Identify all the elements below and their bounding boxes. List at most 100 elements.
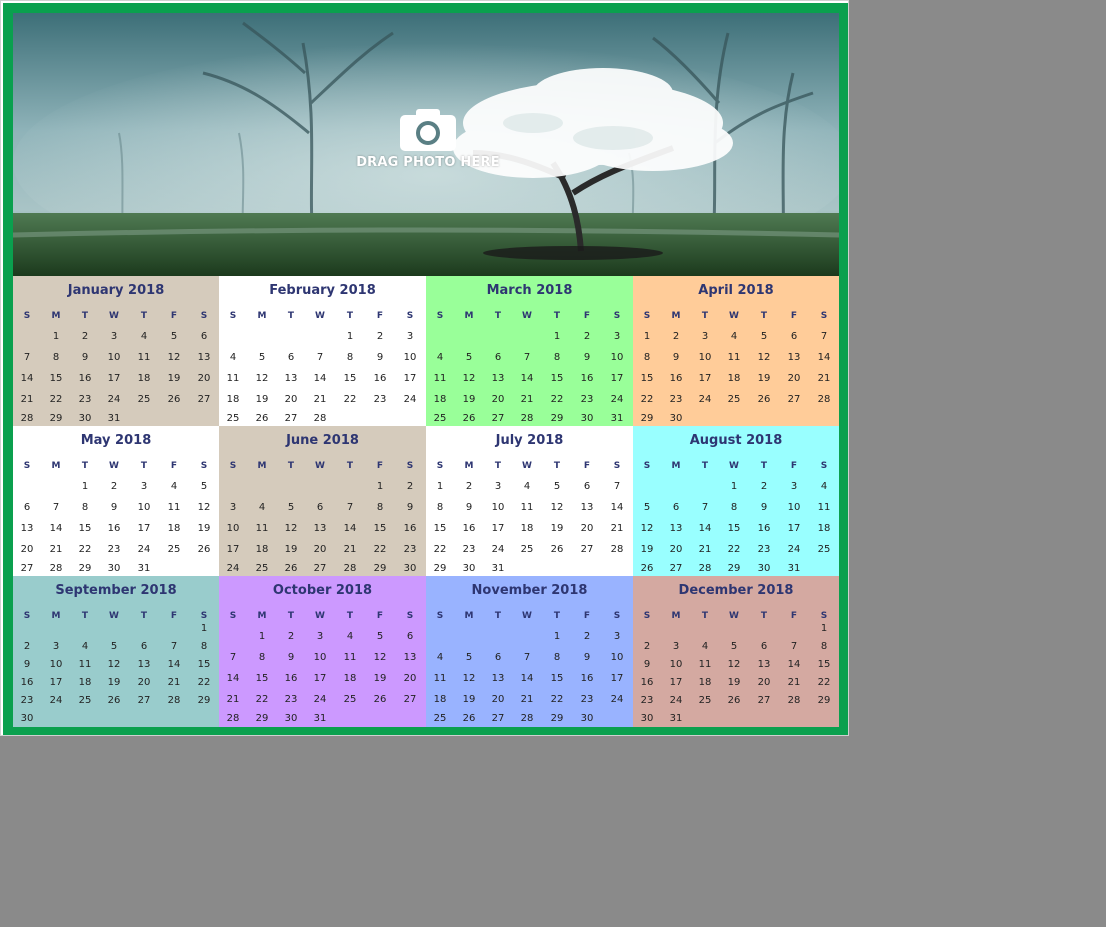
day-cell: 10 <box>403 352 417 363</box>
day-cell: 20 <box>197 373 211 384</box>
day-cell: 11 <box>137 352 151 363</box>
day-cell: 29 <box>49 413 63 424</box>
weekday-header: S <box>23 461 31 471</box>
day-cell: 11 <box>167 502 181 513</box>
month-september: September 2018 S M T W T F S 1 2 3 4 5 6 7 8 9 10 11 12 13 14… <box>13 576 219 727</box>
day-cell: 30 <box>669 413 683 424</box>
day-cell: 3 <box>790 481 798 492</box>
day-cell: 13 <box>787 352 801 363</box>
day-cell: 28 <box>20 413 34 424</box>
day-cell: 9 <box>406 502 414 513</box>
day-cell: 20 <box>20 544 34 555</box>
day-cell: 25 <box>698 695 712 706</box>
day-cell: 15 <box>727 523 741 534</box>
day-cell: 12 <box>550 502 564 513</box>
day-cell: 25 <box>167 544 181 555</box>
day-cell: 26 <box>107 695 121 706</box>
day-cell: 4 <box>81 641 89 652</box>
weekday-header: T <box>346 611 354 621</box>
day-cell: 5 <box>170 331 178 342</box>
day-cell: 13 <box>313 523 327 534</box>
day-cell: 17 <box>610 373 624 384</box>
weekday-header: W <box>109 611 119 621</box>
day-cell: 2 <box>81 331 89 342</box>
day-cell: 13 <box>757 659 771 670</box>
month-title: August 2018 <box>689 433 783 448</box>
photo-area[interactable]: DRAG PHOTO HERE <box>13 13 839 276</box>
day-cell: 22 <box>343 394 357 405</box>
day-cell: 12 <box>255 373 269 384</box>
day-cell: 13 <box>284 373 298 384</box>
day-cell: 31 <box>787 563 801 574</box>
day-cell: 5 <box>643 502 651 513</box>
day-cell: 3 <box>229 502 237 513</box>
weekday-header: T <box>140 461 148 471</box>
day-cell: 28 <box>520 713 534 724</box>
day-cell: 8 <box>346 352 354 363</box>
day-cell: 27 <box>757 695 771 706</box>
day-cell: 28 <box>167 695 181 706</box>
day-cell: 8 <box>258 652 266 663</box>
weekday-header: W <box>109 461 119 471</box>
month-november: November 2018 S M T W T F S 1 2 3 4 5 6 7 8 9 10 11 12 13 14 1… <box>426 576 633 727</box>
weekday-header: W <box>729 611 739 621</box>
weekday-header: F <box>376 611 384 621</box>
day-cell: 16 <box>403 523 417 534</box>
day-cell: 26 <box>284 563 298 574</box>
day-cell: 17 <box>49 677 63 688</box>
weekday-header: S <box>436 611 444 621</box>
day-cell: 31 <box>669 713 683 724</box>
day-cell: 24 <box>610 394 624 405</box>
day-cell: 25 <box>255 563 269 574</box>
weekday-header: T <box>494 311 502 321</box>
day-cell: 17 <box>313 673 327 684</box>
weekday-header: F <box>376 461 384 471</box>
day-cell: 11 <box>226 373 240 384</box>
day-cell: 26 <box>255 413 269 424</box>
day-cell: 12 <box>373 652 387 663</box>
weekday-header: S <box>643 611 651 621</box>
day-cell: 27 <box>137 695 151 706</box>
day-cell: 24 <box>698 394 712 405</box>
month-january: January 2018 S M T W T F S 1 2 3 4 5 6 7 8 9 10 11 12 13 14 15… <box>13 276 219 426</box>
day-cell: 16 <box>640 677 654 688</box>
day-cell: 5 <box>110 641 118 652</box>
weekday-header: M <box>464 611 474 621</box>
day-cell: 28 <box>817 394 831 405</box>
day-cell: 23 <box>580 394 594 405</box>
weekday-header: M <box>257 461 267 471</box>
day-cell: 25 <box>817 544 831 555</box>
day-cell: 11 <box>727 352 741 363</box>
day-cell: 21 <box>343 544 357 555</box>
day-cell: 6 <box>672 502 680 513</box>
day-cell: 4 <box>140 331 148 342</box>
day-cell: 8 <box>52 352 60 363</box>
day-cell: 2 <box>672 331 680 342</box>
day-cell: 9 <box>376 352 384 363</box>
day-cell: 27 <box>491 713 505 724</box>
day-cell: 7 <box>820 331 828 342</box>
day-cell: 15 <box>550 673 564 684</box>
month-august: August 2018 S M T W T F S 1 2 3 4 5 6 7 8 9 10 11 12 13 14 15 1… <box>633 426 839 576</box>
photo-dropzone[interactable]: DRAG PHOTO HERE <box>353 105 503 205</box>
day-cell: 25 <box>137 394 151 405</box>
day-cell: 10 <box>491 502 505 513</box>
day-cell: 23 <box>757 544 771 555</box>
day-cell: 6 <box>494 652 502 663</box>
day-cell: 20 <box>491 394 505 405</box>
weekday-header: W <box>522 461 532 471</box>
day-cell: 23 <box>373 394 387 405</box>
day-cell: 19 <box>727 677 741 688</box>
day-cell: 4 <box>820 481 828 492</box>
day-cell: 24 <box>313 694 327 705</box>
day-cell: 20 <box>403 673 417 684</box>
day-cell: 10 <box>669 659 683 670</box>
weekday-header: S <box>643 311 651 321</box>
day-cell: 30 <box>640 713 654 724</box>
weekday-header: S <box>200 611 208 621</box>
day-cell: 23 <box>20 695 34 706</box>
day-cell: 29 <box>550 413 564 424</box>
month-title: June 2018 <box>286 433 359 448</box>
day-cell: 2 <box>760 481 768 492</box>
month-title: July 2018 <box>495 433 564 448</box>
